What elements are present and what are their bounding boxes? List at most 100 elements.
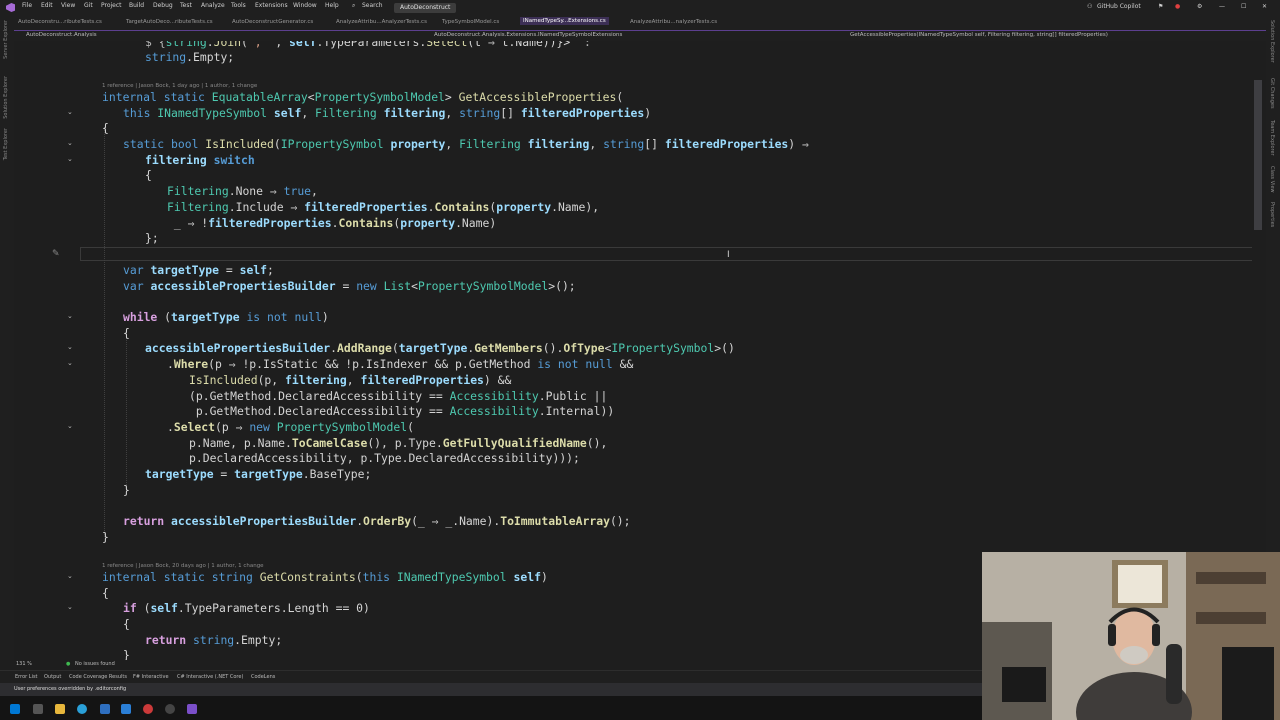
vscode-icon[interactable] (121, 704, 131, 714)
tab-autodeconstruct-attribute-tests[interactable]: AutoDeconstru...ributeTests.cs (18, 19, 102, 25)
type-dropdown[interactable]: AutoDeconstruct.Analysis.Extensions.INam… (434, 32, 622, 38)
close-icon[interactable]: ✕ (1262, 3, 1267, 10)
visual-studio-taskbar-icon[interactable] (187, 704, 197, 714)
menu-edit[interactable]: Edit (41, 2, 53, 9)
code-line[interactable]: internal static EquatableArray<PropertyS… (102, 90, 623, 104)
windows-start-icon[interactable] (10, 704, 20, 714)
server-explorer-tab[interactable]: Server Explorer (3, 20, 9, 59)
collapse-chevron-icon[interactable]: ⌄ (67, 603, 73, 611)
edge-browser-icon[interactable] (77, 704, 87, 714)
code-line[interactable]: IsIncluded(p, filtering, filteredPropert… (189, 373, 511, 387)
task-view-icon[interactable] (33, 704, 43, 714)
menu-build[interactable]: Build (129, 2, 144, 9)
code-line[interactable]: var targetType = self; (123, 263, 274, 277)
properties-tab[interactable]: Properties (1269, 202, 1275, 227)
menu-project[interactable]: Project (101, 2, 122, 9)
tab-fsharp-interactive[interactable]: F# Interactive (133, 674, 169, 680)
tab-error-list[interactable]: Error List (15, 674, 38, 680)
copilot-icon[interactable]: ⚇ (1087, 3, 1092, 10)
tab-target-autodeconstruct-tests[interactable]: TargetAutoDeco...ributeTests.cs (126, 19, 213, 25)
tab-analyze-attribute-analyzer-tests-2[interactable]: AnalyzeAttribu...nalyzerTests.cs (630, 19, 717, 25)
collapse-chevron-icon[interactable]: ⌄ (67, 312, 73, 320)
menu-test[interactable]: Test (180, 2, 192, 9)
code-line[interactable]: this INamedTypeSymbol self, Filtering fi… (123, 106, 651, 120)
code-line[interactable]: { (123, 617, 130, 631)
code-line[interactable]: accessiblePropertiesBuilder.AddRange(tar… (145, 341, 735, 355)
git-changes-tab[interactable]: Git Changes (1269, 78, 1275, 109)
code-line[interactable]: Filtering.Include ⇒ filteredProperties.C… (167, 200, 599, 214)
tab-output[interactable]: Output (44, 674, 61, 680)
code-line[interactable]: { (102, 586, 109, 600)
tab-autodeconstruct-generator[interactable]: AutoDeconstructGenerator.cs (232, 19, 313, 25)
copilot-button[interactable]: GitHub Copilot (1097, 3, 1141, 10)
zoom-level[interactable]: 131 % (16, 661, 32, 667)
project-dropdown[interactable]: AutoDeconstruct.Analysis (26, 32, 97, 38)
settings-icon[interactable]: ⚙ (1197, 3, 1202, 10)
code-line[interactable]: p.DeclaredAccessibility, p.Type.Declared… (189, 451, 580, 465)
tab-type-symbol-model[interactable]: TypeSymbolModel.cs (442, 19, 499, 25)
code-line[interactable]: var accessiblePropertiesBuilder = new Li… (123, 279, 576, 293)
codelens-info[interactable]: 1 reference | Jason Bock, 20 days ago | … (102, 563, 264, 569)
test-explorer-tab[interactable]: Test Explorer (3, 128, 9, 160)
solution-explorer-tab[interactable]: Solution Explorer (3, 76, 9, 119)
class-view-tab[interactable]: Class View (1269, 166, 1275, 193)
code-line[interactable]: { (145, 168, 152, 182)
tab-analyze-attribute-analyzer-tests[interactable]: AnalyzeAttribu...AnalyzerTests.cs (336, 19, 427, 25)
code-line[interactable]: { (123, 326, 130, 340)
code-line[interactable]: filtering switch (145, 153, 255, 167)
code-line[interactable]: Filtering.None ⇒ true, (167, 184, 318, 198)
member-dropdown[interactable]: GetAccessibleProperties(INamedTypeSymbol… (850, 32, 1108, 38)
issues-indicator[interactable]: No issues found (75, 661, 115, 667)
search-icon[interactable]: ⌕ (352, 2, 355, 10)
code-line[interactable]: static bool IsIncluded(IPropertySymbol p… (123, 137, 809, 151)
media-player-icon[interactable] (165, 704, 175, 714)
solution-explorer-right-tab[interactable]: Solution Explorer (1269, 20, 1275, 63)
code-line[interactable]: targetType = targetType.BaseType; (145, 467, 371, 481)
code-line[interactable]: } (102, 530, 109, 544)
recording-app-icon[interactable] (143, 704, 153, 714)
code-line[interactable]: while (targetType is not null) (123, 310, 329, 324)
collapse-chevron-icon[interactable]: ⌄ (67, 359, 73, 367)
code-line[interactable]: return accessiblePropertiesBuilder.Order… (123, 514, 631, 528)
collapse-chevron-icon[interactable]: ⌄ (67, 343, 73, 351)
notification-icon[interactable]: ⚑ (1158, 3, 1163, 10)
code-line[interactable]: } (123, 648, 130, 660)
search-box[interactable]: Search (362, 2, 383, 9)
tab-code-coverage-results[interactable]: Code Coverage Results (69, 674, 127, 680)
code-line[interactable]: p.Name, p.Name.ToCamelCase(), p.Type.Get… (189, 436, 607, 450)
scrollbar-thumb[interactable] (1254, 80, 1262, 230)
collapse-chevron-icon[interactable]: ⌄ (67, 155, 73, 163)
code-line[interactable]: } (123, 483, 130, 497)
menu-view[interactable]: View (61, 2, 75, 9)
code-line[interactable]: return string.Empty; (145, 633, 282, 647)
tab-inamedtypesymbol-extensions[interactable]: INamedTypeSy...Extensions.cs (520, 17, 609, 25)
code-line[interactable]: if (self.TypeParameters.Length == 0) (123, 601, 370, 615)
code-line[interactable]: $"{string.Join(", ", self.TypeParameters… (145, 41, 591, 49)
code-line[interactable]: _ ⇒ !filteredProperties.Contains(propert… (167, 216, 496, 230)
menu-window[interactable]: Window (293, 2, 317, 9)
code-line[interactable]: .Select(p ⇒ new PropertySymbolModel( (167, 420, 414, 434)
code-line[interactable]: { (102, 121, 109, 135)
collapse-chevron-icon[interactable]: ⌄ (67, 572, 73, 580)
menu-analyze[interactable]: Analyze (201, 2, 225, 9)
codelens-info[interactable]: 1 reference | Jason Bock, 1 day ago | 1 … (102, 83, 257, 89)
collapse-chevron-icon[interactable]: ⌄ (67, 108, 73, 116)
menu-help[interactable]: Help (325, 2, 339, 9)
code-line[interactable]: string.Empty; (145, 50, 234, 64)
minimize-icon[interactable]: — (1219, 3, 1225, 10)
code-line[interactable]: }; (145, 231, 159, 245)
menu-extensions[interactable]: Extensions (255, 2, 288, 9)
outlook-icon[interactable] (100, 704, 110, 714)
menu-tools[interactable]: Tools (231, 2, 246, 9)
menu-debug[interactable]: Debug (153, 2, 173, 9)
tab-codelens[interactable]: CodeLens (251, 674, 275, 680)
collapse-chevron-icon[interactable]: ⌄ (67, 422, 73, 430)
menu-git[interactable]: Git (84, 2, 93, 9)
file-explorer-icon[interactable] (55, 704, 65, 714)
code-line[interactable]: (p.GetMethod.DeclaredAccessibility == Ac… (189, 389, 607, 403)
team-explorer-tab[interactable]: Team Explorer (1269, 120, 1275, 156)
code-line[interactable]: .Where(p ⇒ !p.IsStatic && !p.IsIndexer &… (167, 357, 633, 371)
tab-csharp-interactive[interactable]: C# Interactive (.NET Core) (177, 674, 243, 680)
menu-file[interactable]: File (22, 2, 32, 9)
code-line[interactable]: internal static string GetConstraints(th… (102, 570, 548, 584)
